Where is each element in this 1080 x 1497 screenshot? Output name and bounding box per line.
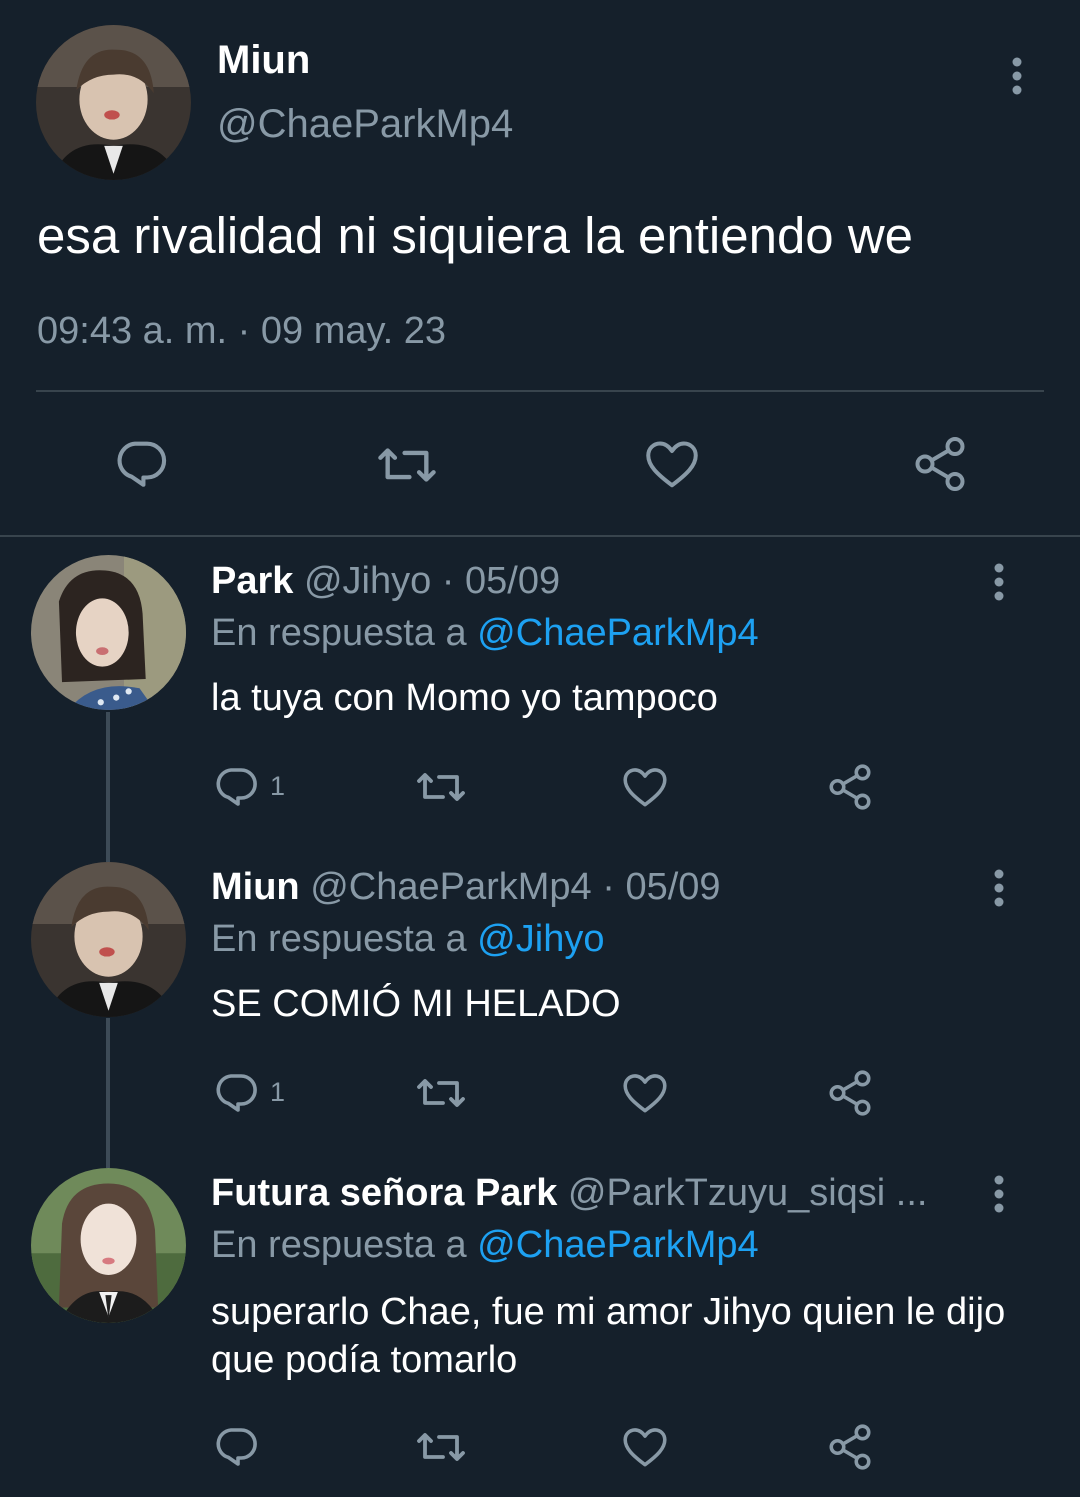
reply-handle-date[interactable]: @ParkTzuyu_siqsi ... [568,1172,928,1214]
like-button[interactable] [642,434,702,494]
retweet-icon [417,1079,465,1107]
share-button[interactable] [910,434,970,494]
replying-to-label: En respuesta a [211,1224,467,1266]
replying-to: En respuesta a @ChaeParkMp4 [211,612,759,655]
reply-handle-date[interactable]: @Jihyo · 05/09 [304,560,560,602]
section-divider [0,535,1080,537]
avatar[interactable] [36,25,191,180]
main-tweet: Miun @ChaeParkMp4 esa rivalidad ni siqui… [0,0,1080,536]
reply-header: Miun @ChaeParkMp4 · 05/09 [211,866,721,909]
reply-text: la tuya con Momo yo tampoco [211,677,718,719]
reply-author-name[interactable]: Futura señora Park [211,1172,557,1214]
retweet-button[interactable] [374,436,440,494]
avatar[interactable] [31,862,186,1017]
retweet-icon [417,773,465,801]
like-icon [623,1428,667,1467]
tweet-detail-page: Miun @ChaeParkMp4 esa rivalidad ni siqui… [0,0,1080,1497]
reply-text: SE COMIÓ MI HELADO [211,983,621,1025]
author-handle[interactable]: @ChaeParkMp4 [217,102,513,147]
like-icon [623,768,667,807]
reply-icon [117,441,167,487]
reply-icon [216,1074,257,1112]
reply-icon [216,1428,257,1466]
tweet-text: esa rivalidad ni siquiera la entiendo we [37,207,914,264]
reply-header: Futura señora Park @ParkTzuyu_siqsi ... [211,1172,927,1215]
avatar[interactable] [31,1168,186,1323]
divider [36,390,1044,392]
author-name[interactable]: Miun [217,38,310,83]
more-icon[interactable] [986,868,1012,908]
reply-count: 1 [270,770,286,801]
more-icon[interactable] [1004,56,1030,96]
reply-icon [216,768,257,806]
share-button[interactable] [825,762,875,812]
retweet-button[interactable] [413,763,469,811]
share-icon [915,437,965,491]
more-icon[interactable] [986,562,1012,602]
reply-header: Park @Jihyo · 05/09 [211,560,560,603]
reply-author-name[interactable]: Park [211,560,293,602]
like-icon [646,441,698,488]
retweet-button[interactable] [413,1423,469,1471]
replying-to: En respuesta a @Jihyo [211,918,604,961]
mention-link[interactable]: @ChaeParkMp4 [477,612,758,654]
share-button[interactable] [825,1422,875,1472]
tweet-timestamp: 09:43 a. m. · 09 may. 23 [37,310,447,352]
reply-count: 1 [270,1076,286,1107]
reply-button[interactable] [112,434,170,492]
retweet-icon [417,1433,465,1461]
reply-text: superarlo Chae, fue mi amor Jihyo quien … [211,1291,1006,1381]
like-button[interactable] [620,1068,670,1118]
share-button[interactable] [825,1068,875,1118]
share-icon [829,1424,871,1470]
reply-handle-date[interactable]: @ChaeParkMp4 · 05/09 [310,866,720,908]
replying-to-label: En respuesta a [211,612,467,654]
more-icon[interactable] [986,1174,1012,1214]
reply-button[interactable] [212,1422,260,1470]
retweet-icon [378,448,436,482]
mention-link[interactable]: @Jihyo [477,918,604,960]
share-icon [829,1070,871,1116]
retweet-button[interactable] [413,1069,469,1117]
mention-link[interactable]: @ChaeParkMp4 [477,1224,758,1266]
like-button[interactable] [620,762,670,812]
avatar[interactable] [31,555,186,710]
like-icon [623,1074,667,1113]
reply-author-name[interactable]: Miun [211,866,300,908]
replying-to: En respuesta a @ChaeParkMp4 [211,1224,759,1267]
replying-to-label: En respuesta a [211,918,467,960]
like-button[interactable] [620,1422,670,1472]
share-icon [829,764,871,810]
reply-button[interactable]: 1 [212,1068,285,1116]
reply-button[interactable]: 1 [212,762,285,810]
thread-line [106,1018,110,1168]
thread-line [106,712,110,862]
